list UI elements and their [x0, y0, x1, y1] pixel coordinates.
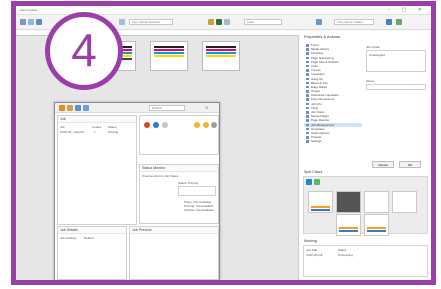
dropdown-label: Sheet: [366, 79, 374, 83]
sheet-dropdown[interactable]: [366, 84, 426, 90]
ok-button[interactable]: OK: [399, 161, 421, 168]
spot-color-icon-1[interactable]: [306, 179, 312, 185]
alert-icon[interactable]: [203, 122, 209, 128]
status-label: Status:: [178, 181, 188, 185]
status-monitor-title: Status Monitor: [140, 165, 218, 172]
status-box: [178, 186, 216, 196]
col-status: Status: [108, 125, 117, 129]
sheet-preview-3[interactable]: [202, 41, 240, 71]
col-job-title: Job Title: [306, 248, 318, 252]
cancel-button[interactable]: Cancel: [372, 161, 394, 168]
status-tabs[interactable]: Overview Errors Job Status: [142, 174, 179, 178]
job-row-name[interactable]: CWP-30_mail.pdf: [60, 130, 84, 134]
grid-icon[interactable]: [224, 19, 230, 25]
export-icon[interactable]: [396, 19, 402, 25]
thumbnail[interactable]: [364, 191, 389, 213]
job-list-title: Job: [58, 116, 136, 123]
job-center-dialog: Default ✕ Job Job Copies Status CWP-30_m…: [54, 102, 220, 280]
job-folder-value: Unassigned: [369, 53, 385, 57]
server-field[interactable]: Fiery Server Network: [129, 19, 173, 25]
highlight-frame: Fiery Impose – ▢ ✕ Fiery Server Network …: [11, 1, 436, 285]
application-window: Fiery Impose – ▢ ✕ Fiery Server Network …: [16, 6, 431, 280]
hold-icon[interactable]: [162, 122, 168, 128]
job-list-pane: Job Job Copies Status CWP-30_mail.pdf 1 …: [57, 115, 137, 225]
thumbnail[interactable]: [336, 191, 361, 213]
working-row-status: Processing: [338, 253, 353, 257]
job-preview-title: Job Preview: [130, 227, 218, 234]
job-folder-label: Job Folder: [366, 45, 381, 49]
refresh-icon[interactable]: [83, 105, 89, 111]
properties-title: Properties & Actions: [304, 34, 341, 39]
import-icon[interactable]: [75, 105, 81, 111]
dialog-toolbar: Default ✕: [55, 103, 219, 113]
job-folder-box[interactable]: Unassigned: [366, 50, 426, 72]
col-copies: Copies: [92, 125, 102, 129]
new-icon[interactable]: [20, 19, 26, 25]
col-job: Job: [60, 125, 65, 129]
job-details-title: Job Details: [58, 227, 126, 234]
status-monitor-pane: Status Monitor Overview Errors Job Statu…: [139, 164, 219, 224]
color-icon[interactable]: [216, 19, 222, 25]
job-details-value: Default: [84, 236, 94, 240]
folder-icon[interactable]: [208, 19, 214, 25]
step-number-badge: 4: [45, 12, 123, 90]
job-row-status: Printing: [108, 130, 119, 134]
status-line-3: Finisher: Not Available: [184, 208, 214, 212]
settings-icon[interactable]: [211, 122, 217, 128]
job-details-tab[interactable]: Job Settings: [60, 236, 77, 240]
properties-tree[interactable]: Fonts Media Library Finishing Page Numberin…: [304, 43, 362, 144]
working-table: Job Title Status CWP-30.pdf Processing: [303, 245, 428, 277]
print-icon[interactable]: [119, 19, 125, 25]
window-title: Fiery Impose: [20, 8, 38, 12]
thumbnail[interactable]: [364, 214, 389, 236]
job-details-pane: Job Details Job Settings Default: [57, 226, 127, 280]
spot-colors-title: Spot Colors: [304, 170, 323, 174]
save-icon[interactable]: [36, 19, 42, 25]
print-icon[interactable]: [153, 122, 159, 128]
status-value: Printing: [188, 181, 199, 185]
window-controls[interactable]: – ▢ ✕: [388, 7, 427, 13]
job-row-copies: 1: [94, 130, 96, 134]
tree-item[interactable]: Settings: [304, 139, 362, 143]
working-row-name[interactable]: CWP-30.pdf: [306, 253, 322, 257]
spot-colors-panel: [303, 176, 428, 236]
col-status: Status: [338, 248, 347, 252]
stop-icon[interactable]: [144, 122, 150, 128]
open-icon[interactable]: [28, 19, 34, 25]
paper-size-field[interactable]: Letter: [244, 19, 282, 25]
warning-icon[interactable]: [194, 122, 200, 128]
thumbnail[interactable]: [392, 191, 417, 213]
job-icon[interactable]: [59, 105, 65, 111]
spot-thumbnails: [308, 187, 426, 236]
info-icon[interactable]: [316, 19, 322, 25]
thumbnail[interactable]: [336, 214, 361, 236]
properties-panel: Properties & Actions Fonts Media Library F…: [300, 31, 431, 280]
sheet-preview-2[interactable]: [150, 41, 188, 71]
working-title: Working: [304, 239, 317, 243]
settings-icon[interactable]: [386, 19, 392, 25]
job-preview-pane: Job Preview: [129, 226, 219, 280]
spot-color-icon-2[interactable]: [314, 179, 320, 185]
status-field[interactable]: Fiery Server Status: [334, 19, 374, 25]
thumbnail[interactable]: [308, 191, 333, 213]
folder-icon[interactable]: [67, 105, 73, 111]
tools-pane: [139, 115, 219, 155]
filter-field[interactable]: Default: [149, 105, 185, 111]
close-icon[interactable]: ✕: [205, 105, 208, 110]
